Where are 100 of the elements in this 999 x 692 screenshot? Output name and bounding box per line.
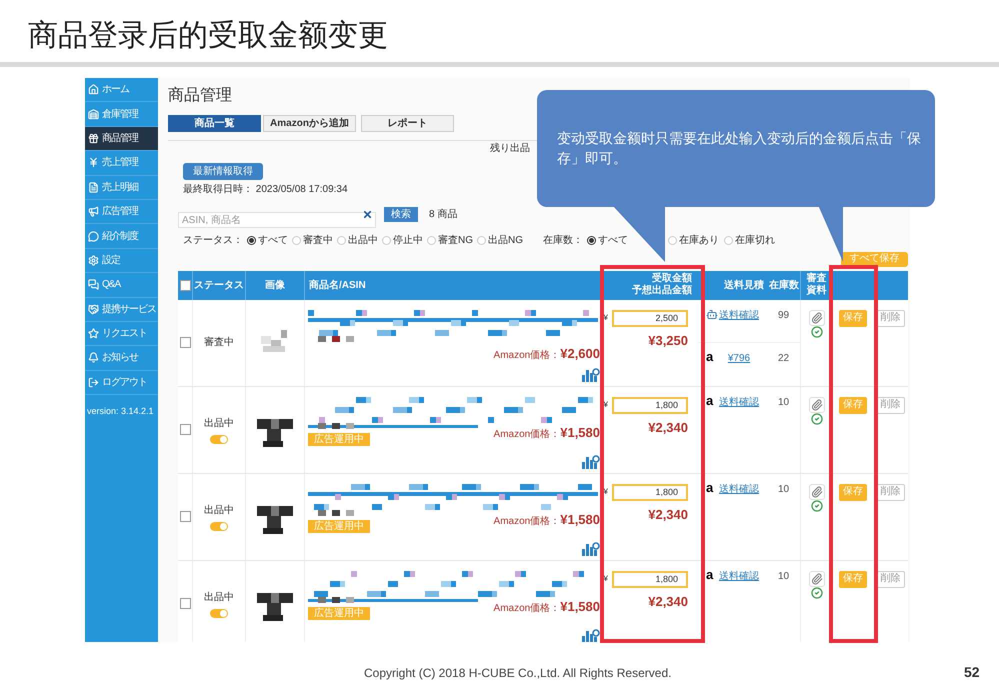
callout-text: 变动受取金额时只需要在此处输入变动后的金额后点击「保存」即可。: [557, 129, 921, 168]
shipping-link[interactable]: 送料確認: [718, 308, 760, 322]
settings-icon: [88, 254, 99, 266]
tab[interactable]: レポート: [361, 115, 454, 132]
currency-label: ¥: [604, 312, 608, 324]
shipping-link[interactable]: 送料確認: [718, 568, 760, 584]
sidebar-item[interactable]: 商品管理: [85, 126, 158, 152]
receive-amount-field[interactable]: 1,800: [612, 570, 688, 588]
stock-count: 22: [778, 352, 790, 366]
expected-price: ¥2,340: [648, 506, 688, 524]
delete-button[interactable]: 削除: [876, 310, 904, 326]
stock-count: 10: [778, 396, 790, 410]
result-count: 8 商品: [429, 208, 458, 222]
chart-icon[interactable]: [582, 540, 600, 556]
slide-title: 商品登录后的受取金额变更: [27, 18, 389, 54]
remaining-count: 残り出品: [490, 143, 530, 155]
radio-label: 出品NG: [488, 234, 523, 248]
radio-label: すべて: [258, 234, 288, 248]
chart-icon[interactable]: [582, 626, 600, 642]
radio-label: 審査中: [303, 234, 333, 248]
attachment-button[interactable]: [808, 484, 824, 500]
toggle-switch[interactable]: [210, 522, 228, 530]
radio-label: 在庫あり: [679, 234, 719, 248]
checkbox[interactable]: [180, 511, 190, 522]
receive-amount-field[interactable]: 2,500: [612, 310, 688, 326]
receive-amount-field[interactable]: 1,800: [612, 396, 688, 414]
last-fetched-text: 最終取得日時： 2023/05/08 17:09:34: [183, 182, 348, 196]
amazon-logo: a: [706, 394, 714, 406]
filter-label: ステータス：: [183, 234, 243, 248]
column-header: 受取金額: [652, 273, 692, 284]
chat-bubble-icon: [88, 230, 99, 242]
tab[interactable]: Amazonから追加: [263, 115, 356, 132]
save-button[interactable]: 保存: [839, 570, 867, 588]
expected-price: ¥2,340: [648, 418, 688, 436]
attachment-button[interactable]: [808, 570, 824, 586]
radio-label: すべて: [598, 234, 628, 248]
paperclip-icon: [810, 486, 822, 498]
save-button[interactable]: 保存: [839, 396, 867, 414]
paperclip-icon: [810, 398, 822, 410]
check-circle-icon: [810, 412, 822, 424]
delete-button[interactable]: 削除: [876, 484, 904, 500]
expected-price: ¥3,250: [648, 332, 688, 350]
document-icon: [88, 182, 99, 193]
shipping-link[interactable]: ¥796: [718, 350, 760, 366]
radio-button[interactable]: [587, 236, 596, 244]
status-text: 出品中: [204, 416, 234, 430]
column-header: 送料見積: [724, 278, 764, 292]
check-circle-icon: [810, 326, 822, 338]
clear-icon[interactable]: [362, 208, 373, 220]
checkbox[interactable]: [180, 598, 190, 609]
column-header: 画像: [265, 278, 285, 292]
currency-label: ¥: [604, 573, 608, 585]
home-icon: [88, 84, 99, 96]
amazon-price: Amazon価格：¥2,600: [494, 344, 600, 362]
gift-icon: [88, 132, 99, 144]
ad-badge: 広告運用中: [308, 606, 370, 620]
shipping-link[interactable]: 送料確認: [718, 394, 760, 410]
refresh-button[interactable]: 最新情報取得: [183, 163, 263, 180]
expected-price: ¥2,340: [648, 592, 688, 610]
attachment-button[interactable]: [808, 396, 824, 412]
ad-badge: 広告運用中: [308, 432, 370, 446]
logout-icon: [88, 376, 99, 388]
tab[interactable]: 商品一覧: [168, 115, 261, 132]
delete-button[interactable]: 削除: [876, 570, 904, 588]
search-button[interactable]: 検索: [384, 207, 418, 222]
save-button[interactable]: 保存: [839, 484, 867, 500]
search-field[interactable]: ASIN, 商品名: [178, 212, 376, 228]
column-header: 資料: [806, 285, 826, 297]
delete-button[interactable]: 削除: [876, 396, 904, 414]
save-button[interactable]: 保存: [839, 310, 867, 326]
robot-icon: [706, 308, 718, 320]
column-header: 在庫数: [769, 278, 799, 292]
chart-icon[interactable]: [582, 452, 600, 468]
check-circle-icon: [810, 586, 822, 598]
column-header: 予想出品金額: [632, 285, 692, 297]
radio-button[interactable]: [247, 236, 256, 244]
attachment-button[interactable]: [808, 310, 824, 326]
shipping-link[interactable]: 送料確認: [718, 482, 760, 496]
toggle-switch[interactable]: [210, 434, 228, 444]
checkbox[interactable]: [180, 424, 190, 435]
column-header: 商品名/ASIN: [309, 278, 366, 292]
check-circle-icon: [810, 500, 822, 512]
save-all-button[interactable]: すべて保存: [841, 252, 908, 266]
status-text: 出品中: [204, 590, 234, 604]
filter-label: 在庫数：: [543, 234, 583, 248]
amazon-price: Amazon価格：¥1,580: [494, 424, 600, 442]
amazon-logo: a: [706, 568, 714, 580]
paperclip-icon: [810, 572, 822, 584]
checkbox[interactable]: [180, 337, 190, 348]
paperclip-icon: [810, 312, 822, 324]
version-text: version: 3.14.2.1: [86, 405, 155, 418]
checkbox[interactable]: [180, 280, 190, 290]
stock-count: 99: [778, 308, 790, 322]
radio-label: 出品中: [348, 234, 378, 248]
status-text: 出品中: [204, 504, 234, 518]
receive-amount-field[interactable]: 1,800: [612, 484, 688, 500]
chart-icon[interactable]: [582, 366, 600, 382]
currency-label: ¥: [604, 399, 608, 411]
radio-label: 審査NG: [438, 234, 473, 248]
toggle-switch[interactable]: [210, 608, 228, 618]
